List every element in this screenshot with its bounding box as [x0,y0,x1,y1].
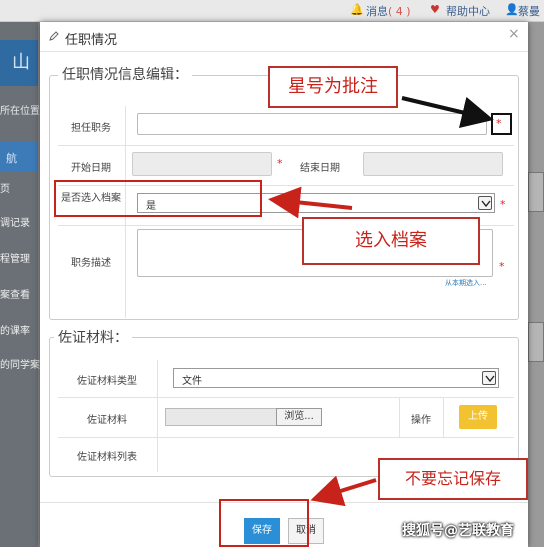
chevron-down-icon[interactable] [482,371,496,385]
evidence-fieldset: 佐证材料： 佐证材料类型 文件 佐证材料 浏览... 操作 上传 佐证材料列表 [49,327,519,477]
file-path-input[interactable] [165,408,277,426]
table-row: 佐证材料类型 文件 [58,360,514,398]
operation-label: 操作 [411,415,431,426]
close-icon[interactable]: × [508,26,520,42]
evidence-type-label: 佐证材料类型 [77,376,137,387]
evidence-type-value: 文件 [182,376,202,387]
user-name[interactable]: 蔡曼 [518,3,540,19]
position-label: 担任职务 [71,123,111,134]
user-icon: 👤 [505,3,519,16]
evidence-list-label: 佐证材料列表 [77,452,137,463]
app-logo: 山 [0,40,38,86]
chevron-down-icon[interactable] [478,196,492,210]
upload-button[interactable]: 上传 [459,405,497,429]
table-row: 佐证材料 浏览... 操作 上传 [58,398,514,438]
section-legend: 佐证材料： [54,327,132,347]
section-legend: 任职情况信息编辑： [58,64,192,84]
nav-title: 航 [0,142,38,172]
evidence-type-select[interactable]: 文件 [173,368,499,388]
dialog-titlebar[interactable]: 任职情况 × [40,22,528,52]
app-topbar: 🔔 消息( 4 ) ♥ 帮助中心 👤 蔡曼 [0,0,544,22]
sidebar-item[interactable]: 的课率 [0,322,30,337]
save-highlight-box [219,499,309,547]
required-mark: * [499,260,505,273]
description-label: 职务描述 [71,258,111,269]
dialog-title: 任职情况 [65,33,118,48]
archive-highlight-box [54,180,262,217]
sidebar-item[interactable]: 案查看 [0,286,30,301]
save-note-callout: 不要忘记保存 [378,458,528,500]
position-input[interactable] [137,113,487,135]
table-divider [399,398,400,438]
bell-icon[interactable]: 🔔 [350,3,364,16]
star-note-callout: 星号为批注 [268,66,398,108]
sidebar-item[interactable]: 的同学案 [0,356,40,371]
star-highlight-box [491,113,512,135]
start-date-label: 开始日期 [71,163,111,174]
start-date-input[interactable] [132,152,272,176]
table-row: 担任职务 * [58,106,514,146]
end-date-label: 结束日期 [300,163,340,174]
bg-block [528,172,544,212]
heart-icon: ♥ [430,3,440,16]
required-mark: * [277,157,283,170]
bg-sidebar: 山 所在位置 航 页 调记录 程管理 案查看 的课率 的同学案 [0,22,40,547]
table-divider [443,398,444,438]
bg-right-panel [528,22,544,547]
sidebar-item[interactable]: 页 [0,180,10,195]
bg-block [528,322,544,362]
breadcrumb: 所在位置 [0,106,40,117]
evidence-label: 佐证材料 [87,415,127,426]
required-mark: * [500,198,506,211]
select-from-term-link[interactable]: 从本期选入... [445,278,487,288]
end-date-input[interactable] [363,152,503,176]
watermark: 搜狐号@艺联教育 [402,523,514,539]
messages-link[interactable]: 消息( 4 ) [366,3,411,19]
help-link[interactable]: 帮助中心 [446,3,490,19]
sidebar-item[interactable]: 调记录 [0,214,30,229]
browse-button[interactable]: 浏览... [276,408,322,426]
edit-icon [49,31,59,41]
sidebar-item[interactable]: 程管理 [0,250,30,265]
archive-note-callout: 选入档案 [302,217,480,265]
